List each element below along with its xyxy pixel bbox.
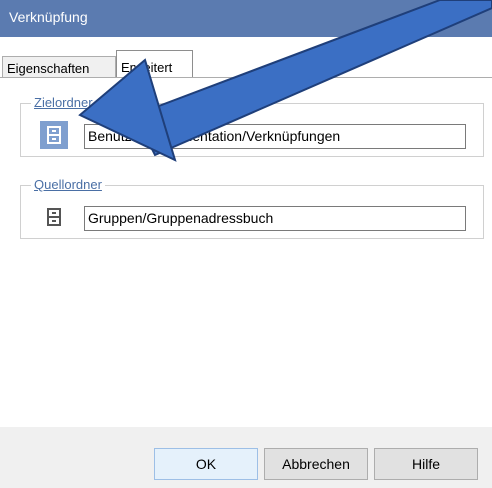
source-folder-group: Quellordner Gruppen/Gruppenadressbuch — [20, 177, 484, 239]
target-folder-group: Zielordner Benutzer/Dokumentation/Verknü… — [20, 95, 484, 157]
target-folder-label[interactable]: Zielordner — [31, 95, 96, 110]
button-bar: OK Abbrechen Hilfe — [0, 427, 492, 488]
tab-advanced[interactable]: Erweitert — [116, 50, 193, 78]
tab-panel: Zielordner Benutzer/Dokumentation/Verknü… — [0, 77, 492, 428]
window-title: Verknüpfung — [9, 9, 88, 25]
tab-properties[interactable]: Eigenschaften — [2, 56, 116, 78]
folder-cabinet-icon[interactable] — [40, 203, 68, 231]
folder-cabinet-icon[interactable] — [40, 121, 68, 149]
target-folder-field[interactable]: Benutzer/Dokumentation/Verknüpfungen — [84, 124, 466, 149]
title-bar: Verknüpfung — [0, 0, 492, 37]
source-folder-field[interactable]: Gruppen/Gruppenadressbuch — [84, 206, 466, 231]
source-folder-label[interactable]: Quellordner — [31, 177, 105, 192]
help-button[interactable]: Hilfe — [374, 448, 478, 480]
cancel-button[interactable]: Abbrechen — [264, 448, 368, 480]
tab-strip: Eigenschaften Erweitert — [0, 48, 492, 78]
ok-button[interactable]: OK — [154, 448, 258, 480]
